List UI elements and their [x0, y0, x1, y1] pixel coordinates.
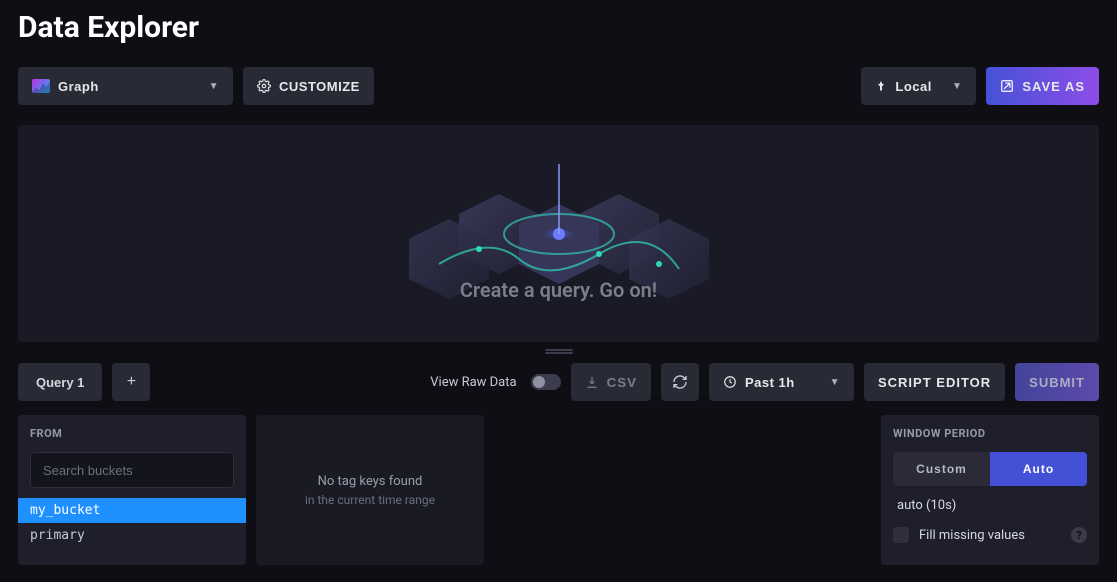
chevron-down-icon: ▼ — [830, 377, 840, 388]
from-panel: From my_bucket primary — [18, 415, 246, 565]
clock-icon — [723, 375, 737, 389]
window-custom-button[interactable]: Custom — [893, 452, 990, 486]
gear-icon — [257, 79, 271, 93]
chevron-down-icon: ▼ — [209, 81, 219, 92]
save-as-button[interactable]: Save As — [986, 67, 1099, 105]
window-period-panel: Window Period Custom Auto auto (10s) Fil… — [881, 415, 1099, 565]
timezone-label: Local — [895, 79, 931, 94]
tag-empty-line2: in the current time range — [305, 493, 435, 507]
customize-button[interactable]: Customize — [243, 67, 374, 105]
csv-label: CSV — [607, 375, 637, 390]
query-builder-panels: From my_bucket primary No tag keys found… — [18, 415, 1099, 565]
fill-missing-checkbox[interactable] — [893, 527, 909, 543]
chevron-down-icon: ▼ — [952, 81, 962, 92]
top-toolbar: Graph ▼ Customize Local ▼ Save As — [18, 67, 1099, 105]
from-panel-title: From — [30, 427, 234, 440]
download-icon — [585, 375, 599, 389]
tag-filter-panel: No tag keys found in the current time ra… — [256, 415, 484, 565]
submit-button[interactable]: Submit — [1015, 363, 1099, 401]
graph-icon — [32, 79, 50, 93]
time-range-dropdown[interactable]: Past 1h ▼ — [709, 363, 854, 401]
view-raw-data-label: View Raw Data — [430, 375, 516, 390]
bucket-item-my-bucket[interactable]: my_bucket — [18, 498, 246, 523]
page-title: Data Explorer — [18, 10, 1099, 45]
query-toolbar: Query 1 + View Raw Data CSV Past 1h ▼ Sc… — [18, 363, 1099, 401]
fill-missing-row: Fill missing values ? — [893, 527, 1087, 543]
pin-icon — [875, 80, 887, 92]
view-raw-data-toggle[interactable] — [531, 374, 561, 390]
script-editor-button[interactable]: Script Editor — [864, 363, 1005, 401]
refresh-icon — [672, 374, 688, 390]
empty-state-illustration — [18, 125, 1099, 342]
window-auto-value: auto (10s) — [897, 498, 1083, 513]
query-tab-1[interactable]: Query 1 — [18, 363, 102, 401]
visualization-type-dropdown[interactable]: Graph ▼ — [18, 67, 233, 105]
refresh-button[interactable] — [661, 363, 699, 401]
add-query-button[interactable]: + — [112, 363, 150, 401]
visualization-canvas: Create a query. Go on! — [18, 125, 1099, 342]
bucket-search-input[interactable] — [30, 452, 234, 488]
customize-label: Customize — [279, 79, 360, 94]
bucket-list: my_bucket primary — [18, 498, 246, 548]
save-as-label: Save As — [1022, 79, 1085, 94]
window-auto-button[interactable]: Auto — [990, 452, 1087, 486]
tag-empty-line1: No tag keys found — [318, 474, 423, 489]
csv-export-button[interactable]: CSV — [571, 363, 651, 401]
info-icon[interactable]: ? — [1071, 527, 1087, 543]
export-icon — [1000, 79, 1014, 93]
fill-missing-label: Fill missing values — [919, 528, 1061, 543]
resize-handle[interactable] — [18, 342, 1099, 361]
window-period-segmented: Custom Auto — [893, 452, 1087, 486]
timezone-dropdown[interactable]: Local ▼ — [861, 67, 976, 105]
bucket-item-primary[interactable]: primary — [18, 523, 246, 548]
empty-state-text: Create a query. Go on! — [460, 278, 657, 302]
window-period-title: Window Period — [893, 427, 1087, 440]
visualization-type-label: Graph — [58, 79, 99, 94]
time-range-label: Past 1h — [745, 375, 795, 390]
